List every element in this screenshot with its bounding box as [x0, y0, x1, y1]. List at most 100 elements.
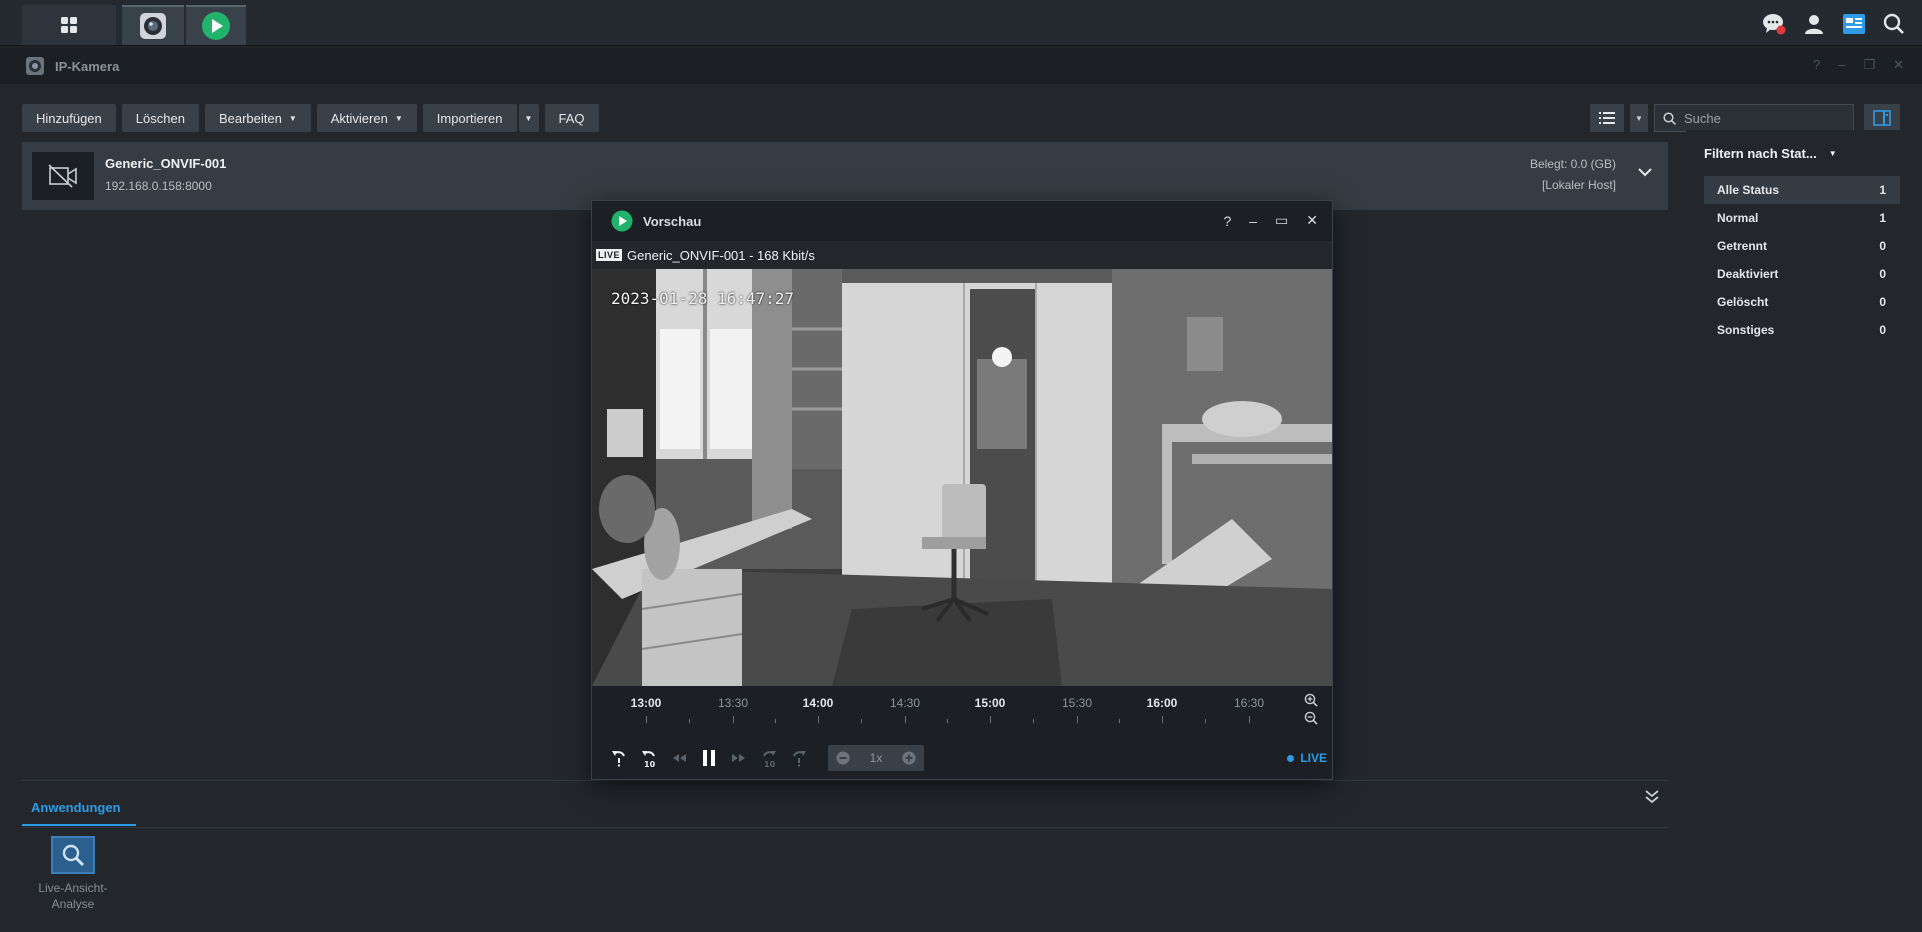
timeline-tick	[905, 716, 906, 723]
speed-increase-icon[interactable]	[902, 751, 916, 765]
import-dropdown-button[interactable]: ▼	[518, 104, 539, 132]
filter-label: Sonstiges	[1717, 323, 1775, 337]
filter-label: Deaktiviert	[1717, 267, 1779, 281]
filter-count: 1	[1879, 211, 1886, 225]
minimize-button[interactable]: –	[1838, 57, 1845, 73]
panel-toggle-icon	[1873, 110, 1891, 126]
filter-item-deleted[interactable]: Gelöscht 0	[1704, 288, 1900, 316]
global-search-button[interactable]	[1878, 10, 1910, 38]
help-button[interactable]: ?	[1223, 213, 1231, 229]
maximize-button[interactable]: ❐	[1863, 57, 1875, 73]
play-app-icon	[611, 210, 633, 232]
tab-applications[interactable]: Anwendungen	[22, 790, 136, 826]
view-dropdown-button[interactable]: ▼	[1630, 104, 1648, 132]
next-button[interactable]	[724, 744, 754, 772]
notification-button[interactable]	[1758, 10, 1790, 38]
live-indicator[interactable]: LIVE	[1287, 751, 1327, 765]
video-feed[interactable]: 2023-01-28 16:47:27	[592, 269, 1332, 686]
svg-text:10: 10	[644, 760, 656, 768]
window-titlebar: IP-Kamera ? – ❐ ✕	[0, 48, 1922, 84]
camera-ip: 192.168.0.158:8000	[105, 179, 212, 193]
video-timestamp: 2023-01-28 16:47:27	[611, 289, 795, 308]
speed-decrease-icon[interactable]	[836, 751, 850, 765]
zoom-out-icon[interactable]	[1304, 711, 1318, 725]
timeline-tick	[1077, 716, 1078, 723]
timeline-zoom	[1304, 693, 1318, 725]
search-placeholder: Suche	[1684, 110, 1721, 126]
collapse-apps-button[interactable]	[1644, 788, 1660, 809]
rewind-10s-button[interactable]: 10	[634, 744, 664, 772]
dialog-titlebar[interactable]: Vorschau ? – ▭ ✕	[592, 201, 1332, 241]
activate-button[interactable]: Aktivieren ▼	[316, 104, 417, 132]
app-live-view-analysis[interactable]: Live-Ansicht-Analyse	[30, 836, 116, 912]
search-input[interactable]: Suche	[1654, 104, 1854, 132]
pause-button[interactable]	[694, 744, 724, 772]
grid-icon	[61, 17, 77, 33]
list-icon	[1599, 112, 1615, 124]
dialog-controls: ? – ▭ ✕	[1223, 212, 1318, 229]
filter-title[interactable]: Filtern nach Stat... ▼	[1704, 146, 1837, 161]
import-button[interactable]: Importieren	[422, 104, 517, 132]
filter-item-normal[interactable]: Normal 1	[1704, 204, 1900, 232]
forward-10-icon: 10	[763, 751, 776, 768]
close-button[interactable]: ✕	[1893, 57, 1904, 73]
timeline-tick	[1205, 719, 1206, 723]
fast-forward-icon	[732, 754, 745, 762]
delete-button[interactable]: Löschen	[121, 104, 199, 132]
edit-button[interactable]: Bearbeiten ▼	[204, 104, 311, 132]
filter-panel: Filtern nach Stat... ▼ Alle Status 1 Norm…	[1686, 130, 1922, 932]
timeline-label: 15:30	[1061, 696, 1093, 710]
zoom-in-icon[interactable]	[1304, 693, 1318, 707]
caret-down-icon: ▼	[1635, 113, 1643, 123]
filter-item-all[interactable]: Alle Status 1	[1704, 176, 1900, 204]
close-button[interactable]: ✕	[1306, 212, 1318, 229]
stream-info: Generic_ONVIF-001 - 168 Kbit/s	[627, 247, 815, 263]
camera-host: [Lokaler Host]	[1541, 178, 1616, 192]
fast-rewind-icon	[673, 754, 686, 762]
faq-button[interactable]: FAQ	[544, 104, 599, 132]
add-button[interactable]: Hinzufügen	[22, 104, 116, 132]
jump-to-event-forward-button[interactable]	[784, 744, 814, 772]
previous-button[interactable]	[664, 744, 694, 772]
forward-10s-button[interactable]: 10	[754, 744, 784, 772]
rewind-10-icon: 10	[642, 751, 656, 768]
widgets-button[interactable]	[1838, 10, 1870, 38]
user-button[interactable]	[1798, 10, 1830, 38]
list-view-button[interactable]	[1590, 104, 1624, 132]
filter-item-other[interactable]: Sonstiges 0	[1704, 316, 1900, 344]
timeline-tick	[990, 716, 991, 723]
taskbar-preview-app[interactable]	[186, 5, 246, 45]
taskbar-ip-camera-app[interactable]	[122, 5, 184, 45]
playback-controls: 10 10 1x LIVE	[592, 736, 1332, 780]
minimize-button[interactable]: –	[1249, 213, 1257, 229]
filter-list: Alle Status 1 Normal 1 Getrennt 0 Deaktivie…	[1704, 176, 1900, 344]
widgets-icon	[1843, 14, 1865, 34]
view-tools: ▼ Suche	[1590, 104, 1900, 132]
double-chevron-down-icon	[1645, 790, 1659, 804]
timeline-tick	[861, 719, 862, 723]
rewind-event-icon	[612, 751, 625, 767]
live-dot	[1287, 754, 1295, 762]
timeline-tick	[1119, 719, 1120, 723]
maximize-button[interactable]: ▭	[1275, 212, 1288, 229]
speed-control: 1x	[828, 745, 924, 771]
timeline-tick	[1033, 719, 1034, 723]
filter-item-disconnected[interactable]: Getrennt 0	[1704, 232, 1900, 260]
filter-item-disabled[interactable]: Deaktiviert 0	[1704, 260, 1900, 288]
timeline[interactable]: 13:00 13:30 14:00 14:30 15:00 15:30 16:0…	[592, 686, 1332, 736]
filter-count: 0	[1879, 295, 1886, 309]
main-menu-button[interactable]	[22, 5, 116, 45]
search-icon	[1663, 111, 1676, 125]
caret-down-icon: ▼	[394, 113, 403, 123]
stream-info-bar: LIVE Generic_ONVIF-001 - 168 Kbit/s	[592, 241, 1332, 269]
expand-camera-button[interactable]	[1638, 164, 1652, 182]
live-view-analysis-icon	[51, 836, 95, 874]
timeline-tick	[947, 719, 948, 723]
toggle-panel-button[interactable]	[1864, 104, 1900, 132]
jump-to-event-back-button[interactable]	[604, 744, 634, 772]
help-button[interactable]: ?	[1813, 57, 1820, 73]
timeline-tick	[1249, 716, 1250, 723]
window-title: IP-Kamera	[55, 58, 120, 74]
divider	[22, 780, 1668, 781]
timeline-label: 16:30	[1233, 696, 1265, 710]
